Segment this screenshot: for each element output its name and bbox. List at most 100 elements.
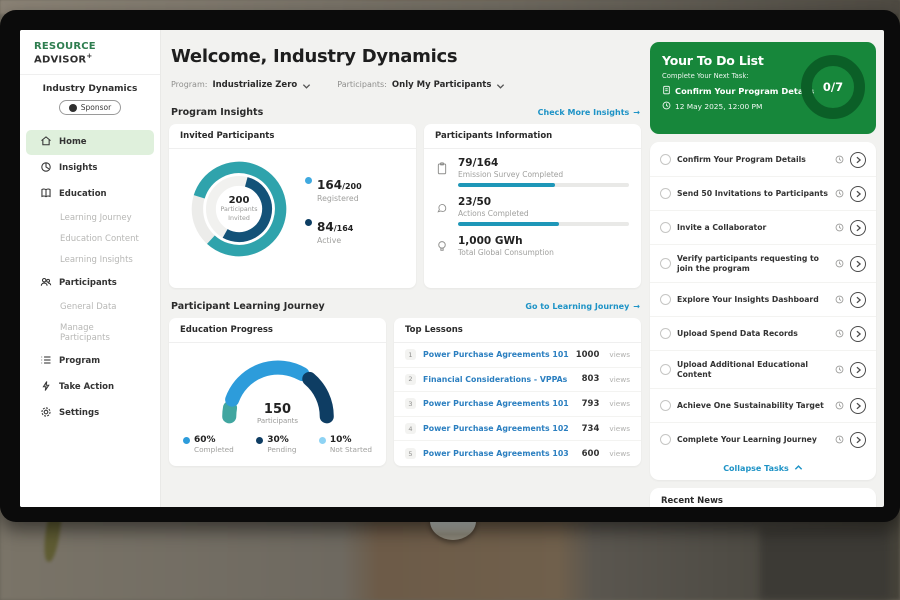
- invited-participants-card: Invited Participants 200: [169, 124, 416, 288]
- home-icon: [40, 135, 52, 150]
- active-dot: [305, 219, 312, 226]
- gauge-legend: 60% Completed 30% Pending: [169, 429, 386, 454]
- sidebar-item-label: Settings: [59, 408, 99, 418]
- recent-news-title: Recent News: [650, 488, 876, 507]
- donut-legend: 164/200 Registered 84/164 Active: [305, 174, 362, 245]
- clock-icon: [835, 435, 844, 444]
- lesson-row: 3 Power Purchase Agreements 101 793 view…: [394, 392, 641, 417]
- link-text: Check More Insights: [538, 108, 630, 117]
- task-open-button[interactable]: [850, 398, 866, 414]
- task-open-button[interactable]: [850, 256, 866, 272]
- clock-icon: [835, 329, 844, 338]
- people-icon: [40, 276, 52, 291]
- sidebar-item-learning-journey[interactable]: Learning Journey: [26, 208, 154, 228]
- collapse-text: Collapse Tasks: [723, 464, 789, 473]
- go-to-learning-journey-link[interactable]: Go to Learning Journey →: [525, 302, 640, 311]
- chevron-down-icon: [302, 75, 311, 94]
- stat-label: Emission Survey Completed: [458, 170, 629, 179]
- task-open-button[interactable]: [850, 186, 866, 202]
- task-row-9: Complete Your Learning Journey: [650, 423, 876, 456]
- views-suffix: views: [609, 449, 630, 458]
- org-name: Industry Dynamics: [26, 84, 154, 94]
- task-label[interactable]: Confirm Your Program Details: [677, 155, 829, 165]
- task-checkbox[interactable]: [660, 328, 671, 339]
- task-checkbox[interactable]: [660, 258, 671, 269]
- legend-completed: 60% Completed: [183, 435, 234, 454]
- registered-dot: [305, 177, 312, 184]
- lesson-link[interactable]: Power Purchase Agreements 101: [423, 350, 569, 359]
- clock-icon: [835, 365, 844, 374]
- sidebar-item-settings[interactable]: Settings: [26, 401, 154, 426]
- lesson-row: 2 Financial Considerations - VPPAs 803 v…: [394, 368, 641, 393]
- education-progress-card: Education Progress 150 Participants: [169, 318, 386, 466]
- sidebar-item-home[interactable]: Home: [26, 130, 154, 155]
- lesson-link[interactable]: Financial Considerations - VPPAs: [423, 375, 575, 384]
- task-label[interactable]: Invite a Collaborator: [677, 223, 829, 233]
- sidebar-item-take-action[interactable]: Take Action: [26, 375, 154, 400]
- program-filter[interactable]: Program: Industrialize Zero: [171, 75, 311, 94]
- task-checkbox[interactable]: [660, 154, 671, 165]
- stat-value: 23/50: [458, 196, 629, 208]
- legend-label: Pending: [267, 445, 296, 454]
- lesson-link[interactable]: Power Purchase Agreements 101: [423, 399, 575, 408]
- task-label[interactable]: Complete Your Learning Journey: [677, 435, 829, 445]
- stat-label: Total Global Consumption: [458, 248, 629, 257]
- card-title: Participants Information: [424, 124, 641, 149]
- participants-filter[interactable]: Participants: Only My Participants: [337, 75, 505, 94]
- task-checkbox[interactable]: [660, 434, 671, 445]
- sidebar-item-label: Insights: [59, 163, 97, 173]
- lesson-views: 600: [582, 449, 600, 459]
- sidebar-item-education[interactable]: Education: [26, 182, 154, 207]
- book-icon: [40, 187, 52, 202]
- task-row-8: Achieve One Sustainability Target: [650, 389, 876, 423]
- actions-completed-stat: 23/50 Actions Completed: [436, 196, 629, 226]
- sidebar-item-program[interactable]: Program: [26, 349, 154, 374]
- gauge-center-label: Participants: [198, 417, 358, 425]
- sidebar-item-manage-participants[interactable]: Manage Participants: [26, 318, 154, 348]
- task-checkbox[interactable]: [660, 222, 671, 233]
- sidebar-nav: Home Insights Education Learning Journey…: [20, 130, 160, 426]
- sidebar-item-participants[interactable]: Participants: [26, 271, 154, 296]
- legend-not-started: 10% Not Started: [319, 435, 372, 454]
- task-checkbox[interactable]: [660, 364, 671, 375]
- stat-value: 79/164: [458, 157, 629, 169]
- gauge-center-value: 150: [198, 402, 358, 417]
- collapse-tasks-link[interactable]: Collapse Tasks: [650, 456, 876, 480]
- sidebar-item-education-content[interactable]: Education Content: [26, 229, 154, 249]
- task-label[interactable]: Upload Additional Educational Content: [677, 360, 829, 380]
- stat-value: 1,000 GWh: [458, 235, 629, 247]
- stat-label: Actions Completed: [458, 209, 629, 218]
- task-label[interactable]: Explore Your Insights Dashboard: [677, 295, 829, 305]
- lesson-link[interactable]: Power Purchase Agreements 103: [423, 449, 575, 458]
- participants-filter-label: Participants:: [337, 80, 387, 89]
- active-value: 84: [317, 220, 334, 234]
- insights-icon: [40, 161, 52, 176]
- sidebar-item-learning-insights[interactable]: Learning Insights: [26, 250, 154, 270]
- sponsor-badge: Sponsor: [59, 100, 121, 115]
- task-checkbox[interactable]: [660, 400, 671, 411]
- lesson-link[interactable]: Power Purchase Agreements 102: [423, 424, 575, 433]
- sidebar-item-insights[interactable]: Insights: [26, 156, 154, 181]
- emission-survey-stat: 79/164 Emission Survey Completed: [436, 157, 629, 187]
- task-checkbox[interactable]: [660, 294, 671, 305]
- task-label[interactable]: Send 50 Invitations to Participants: [677, 189, 829, 199]
- views-suffix: views: [609, 399, 630, 408]
- task-open-button[interactable]: [850, 432, 866, 448]
- completed-dot: [183, 437, 190, 444]
- task-open-button[interactable]: [850, 362, 866, 378]
- task-label[interactable]: Achieve One Sustainability Target: [677, 401, 829, 411]
- task-label[interactable]: Verify participants requesting to join t…: [677, 254, 829, 274]
- recent-news-card: Recent News: [650, 488, 876, 507]
- task-open-button[interactable]: [850, 152, 866, 168]
- actions-progress-bar: [458, 222, 629, 226]
- task-label[interactable]: Upload Spend Data Records: [677, 329, 829, 339]
- sidebar-item-general-data[interactable]: General Data: [26, 297, 154, 317]
- task-checkbox[interactable]: [660, 188, 671, 199]
- task-open-button[interactable]: [850, 220, 866, 236]
- task-open-button[interactable]: [850, 326, 866, 342]
- sidebar-item-label: Education: [59, 189, 107, 199]
- clock-icon: [835, 155, 844, 164]
- monitor-bezel: RESOURCE ADVISOR+ Industry Dynamics Spon…: [0, 10, 900, 522]
- check-more-insights-link[interactable]: Check More Insights →: [538, 108, 640, 117]
- task-open-button[interactable]: [850, 292, 866, 308]
